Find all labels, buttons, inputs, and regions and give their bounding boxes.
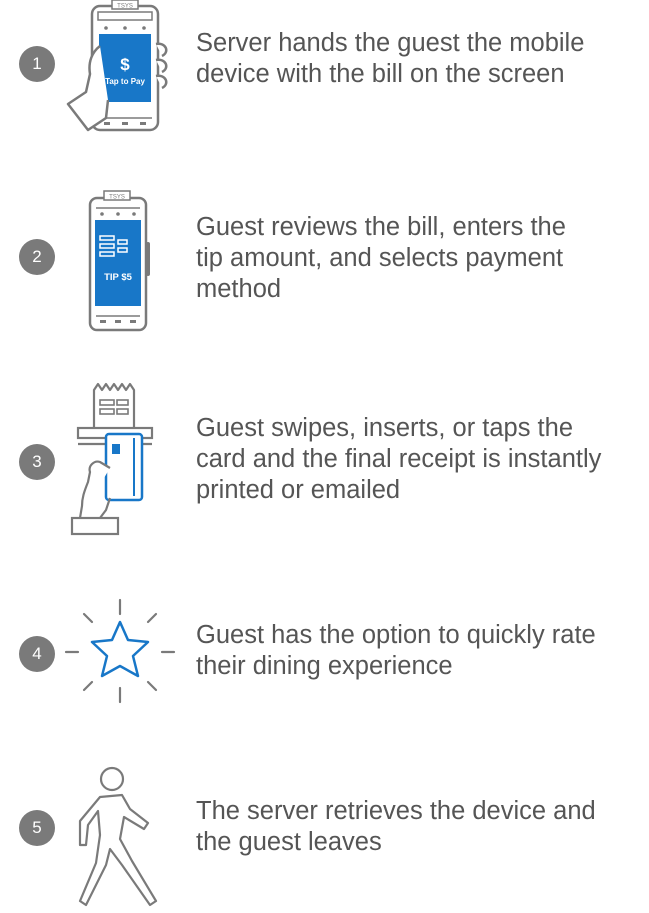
step-text-line: device with the bill on the screen — [196, 60, 565, 88]
step-description: Guest has the option to quickly rate the… — [196, 620, 596, 682]
step-text-line: The server retrieves the device and — [196, 797, 596, 825]
step-2: 2 TSYS TIP $5 Guest reviews the bill, en… — [0, 180, 649, 332]
screen-tip-text: TIP $5 — [104, 272, 133, 283]
step-number-badge: 1 — [19, 46, 55, 82]
step-number-badge: 3 — [19, 444, 55, 480]
screen-tap-to-pay-text: Tap to Pay — [105, 77, 145, 86]
walking-person-icon — [78, 766, 158, 907]
step-number-badge: 2 — [19, 239, 55, 275]
step-1: 1 TSYS $ Tap to Pay Server hands the gue… — [0, 0, 649, 150]
step-text-line: Server hands the guest the mobile — [196, 29, 585, 57]
step-text-line: Guest has the option to quickly rate — [196, 621, 596, 649]
step-4: 4 Guest has the option to quickly rate t… — [0, 590, 649, 720]
step-3: 3 Guest swipes, inserts, or taps the car… — [0, 375, 649, 545]
card-receipt-icon — [70, 382, 154, 536]
step-description: The server retrieves the device and the … — [196, 796, 596, 858]
device-brand-label: TSYS — [117, 4, 133, 10]
step-text-line: printed or emailed — [196, 476, 401, 504]
screen-amount-text: $ — [120, 55, 130, 74]
step-text-line: method — [196, 275, 282, 303]
tablet-bill-icon: TSYS TIP $5 — [88, 190, 150, 332]
device-brand-label: TSYS — [109, 195, 125, 201]
star-rating-icon — [64, 598, 176, 704]
step-text-line: card and the final receipt is instantly — [196, 445, 602, 473]
step-5: 5 The server retrieves the device and th… — [0, 760, 649, 913]
step-number-badge: 4 — [19, 636, 55, 672]
step-description: Guest reviews the bill, enters the tip a… — [196, 212, 566, 305]
step-text-line: their dining experience — [196, 652, 453, 680]
step-description: Server hands the guest the mobile device… — [196, 28, 584, 90]
step-text-line: tip amount, and selects payment — [196, 244, 564, 272]
step-text-line: Guest reviews the bill, enters the — [196, 213, 566, 241]
step-description: Guest swipes, inserts, or taps the card … — [196, 413, 601, 506]
hand-holding-phone-icon: TSYS $ Tap to Pay — [66, 0, 168, 132]
step-number-badge: 5 — [19, 810, 55, 846]
step-text-line: the guest leaves — [196, 828, 382, 856]
step-text-line: Guest swipes, inserts, or taps the — [196, 414, 573, 442]
